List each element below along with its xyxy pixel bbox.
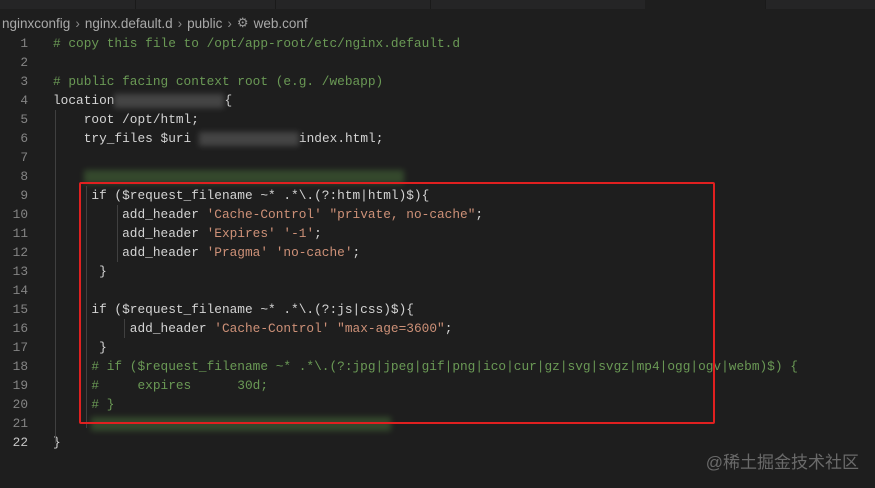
highlight-annotation-box — [79, 182, 715, 424]
line-number: 12 — [12, 245, 28, 260]
code-token: { — [224, 93, 233, 108]
code-token: try_files $uri — [53, 131, 199, 146]
chevron-right-icon: › — [227, 15, 232, 31]
line-number: 10 — [12, 207, 28, 222]
code-line[interactable]: 7 — [0, 148, 875, 167]
code-line[interactable]: 6 try_files $uri index.html; — [0, 129, 875, 148]
comment-token: # public facing context root (e.g. /weba… — [53, 74, 384, 89]
line-number: 4 — [20, 93, 28, 108]
code-token: index.html; — [298, 131, 384, 146]
breadcrumb-item[interactable]: nginx.default.d — [85, 16, 173, 31]
breadcrumb-item[interactable]: public — [187, 16, 222, 31]
comment-token: # copy this file to /opt/app-root/etc/ng… — [53, 36, 461, 51]
code-line[interactable]: 2 — [0, 53, 875, 72]
line-number: 18 — [12, 359, 28, 374]
editor-tab[interactable] — [135, 0, 276, 9]
line-number: 8 — [20, 169, 28, 184]
code-line[interactable]: 3 # public facing context root (e.g. /web… — [0, 72, 875, 91]
gear-icon: ⚙ — [236, 15, 249, 30]
line-number: 3 — [20, 74, 28, 89]
line-number: 6 — [20, 131, 28, 146]
line-number: 15 — [12, 302, 28, 317]
editor-tab[interactable] — [430, 0, 646, 9]
line-number: 2 — [20, 55, 28, 70]
editor-tab[interactable] — [0, 0, 136, 9]
line-number: 9 — [20, 188, 28, 203]
line-number: 7 — [20, 150, 28, 165]
code-text: # copy this file to /opt/app-root/etc/ng… — [53, 34, 460, 53]
line-number: 22 — [12, 435, 28, 450]
code-text: try_files $uri index.html; — [53, 129, 384, 148]
line-number: 1 — [20, 36, 28, 51]
line-number: 5 — [20, 112, 28, 127]
line-number: 16 — [12, 321, 28, 336]
watermark: @稀土掘金技术社区 — [705, 453, 859, 472]
redacted-text — [198, 131, 299, 146]
line-number: 14 — [12, 283, 28, 298]
code-token: location — [53, 93, 115, 108]
line-number: 13 — [12, 264, 28, 279]
code-token: root /opt/html; — [53, 112, 199, 127]
chevron-right-icon: › — [177, 15, 183, 31]
code-line[interactable]: 1 # copy this file to /opt/app-root/etc/n… — [0, 34, 875, 53]
editor-tab-active[interactable] — [645, 0, 766, 9]
indent-guide — [55, 110, 56, 443]
line-number: 20 — [12, 397, 28, 412]
chevron-right-icon: › — [75, 15, 80, 31]
line-number: 17 — [12, 340, 28, 355]
code-line[interactable]: 4 location { — [0, 91, 875, 110]
tab-bar — [0, 0, 875, 9]
editor-tab[interactable] — [275, 0, 431, 9]
code-text: location { — [53, 91, 232, 110]
line-number: 11 — [12, 226, 28, 241]
code-text: root /opt/html; — [53, 110, 199, 129]
code-text: # public facing context root (e.g. /weba… — [53, 72, 383, 91]
breadcrumb: nginxconfig › nginx.default.d › public ›… — [2, 13, 308, 33]
line-number: 21 — [12, 416, 28, 431]
breadcrumb-item[interactable]: web.conf — [254, 16, 308, 31]
breadcrumb-item[interactable]: nginxconfig — [2, 16, 70, 31]
redacted-text — [114, 93, 225, 108]
line-number: 19 — [12, 378, 28, 393]
code-line[interactable]: 5 root /opt/html; — [0, 110, 875, 129]
